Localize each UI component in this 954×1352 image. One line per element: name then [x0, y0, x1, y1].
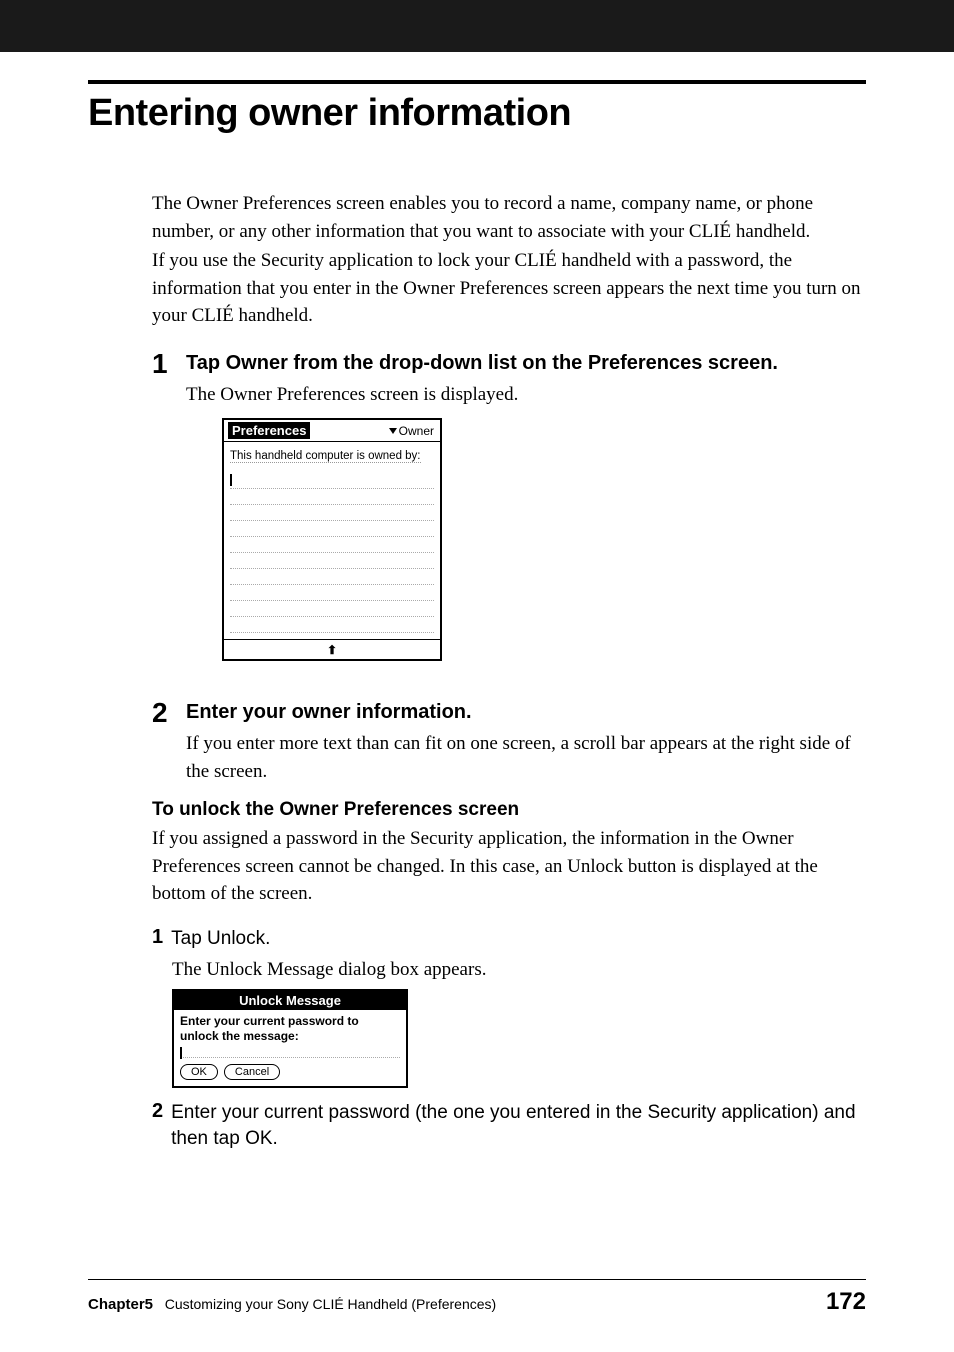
password-input[interactable] [180, 1046, 400, 1058]
step-number: 1 [152, 350, 172, 378]
unlock-section-body: If you assigned a password in the Securi… [152, 825, 866, 908]
page-title: Entering owner information [88, 92, 866, 135]
substep-1: 1 Tap Unlock. [152, 926, 866, 952]
intro-paragraph-2: If you use the Security application to l… [152, 247, 866, 330]
substep-heading: Tap Unlock. [171, 926, 866, 952]
footer-chapter: Chapter5 [88, 1296, 153, 1313]
step-heading: Enter your owner information. [186, 699, 866, 726]
footer-subtitle: Customizing your Sony CLIÉ Handheld (Pre… [165, 1296, 497, 1312]
step-body: The Owner Preferences screen is displaye… [186, 381, 866, 409]
unlock-dialog-screenshot: Unlock Message Enter your current passwo… [172, 989, 408, 1088]
cancel-button[interactable]: Cancel [224, 1064, 280, 1080]
page-number: 172 [826, 1288, 866, 1316]
preferences-screenshot: Preferences Owner This handheld computer… [222, 418, 442, 661]
step-1: 1 Tap Owner from the drop-down list on t… [152, 350, 866, 686]
intro-paragraph-1: The Owner Preferences screen enables you… [152, 190, 866, 245]
step-number: 2 [152, 699, 172, 727]
page-footer: Chapter5 Customizing your Sony CLIÉ Hand… [88, 1279, 866, 1316]
unlock-dialog-title: Unlock Message [174, 991, 406, 1010]
owned-by-label: This handheld computer is owned by: [230, 450, 421, 463]
step-heading: Tap Owner from the drop-down list on the… [186, 350, 866, 377]
step-body: If you enter more text than can fit on o… [186, 730, 866, 785]
step-2: 2 Enter your owner information. If you e… [152, 699, 866, 785]
prefs-dropdown-label: Owner [399, 424, 434, 438]
substep-body: The Unlock Message dialog box appears. [172, 956, 866, 984]
unlock-section-heading: To unlock the Owner Preferences screen [152, 799, 866, 821]
owner-text-area[interactable] [230, 473, 434, 633]
prefs-dropdown[interactable]: Owner [389, 424, 434, 438]
home-icon[interactable]: ⬆ [327, 643, 337, 657]
substep-number: 1 [152, 926, 163, 949]
prefs-title: Preferences [228, 422, 310, 439]
top-black-bar [0, 0, 954, 52]
title-rule: Entering owner information [88, 80, 866, 135]
unlock-dialog-prompt: Enter your current password to unlock th… [180, 1014, 400, 1044]
text-cursor [230, 474, 232, 486]
substep-heading: Enter your current password (the one you… [171, 1100, 866, 1151]
substep-number: 2 [152, 1100, 163, 1123]
chevron-down-icon [389, 428, 397, 434]
ok-button[interactable]: OK [180, 1064, 218, 1080]
text-cursor [180, 1047, 182, 1059]
substep-2: 2 Enter your current password (the one y… [152, 1100, 866, 1151]
intro-text: The Owner Preferences screen enables you… [152, 190, 866, 330]
